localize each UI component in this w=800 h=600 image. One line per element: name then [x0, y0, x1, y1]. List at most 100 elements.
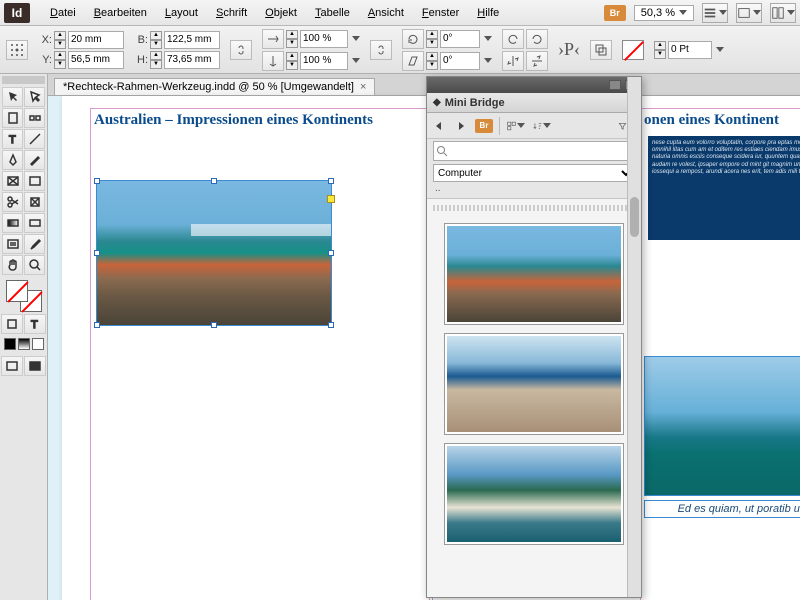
dropdown-arrow-icon[interactable]	[716, 47, 724, 52]
height-input[interactable]	[164, 51, 220, 69]
view-thumbnails-button[interactable]	[506, 117, 526, 135]
formatting-container-icon[interactable]	[1, 314, 23, 334]
menu-tabelle[interactable]: Tabelle	[307, 4, 358, 22]
headline-text[interactable]: Australien – Impressionen eines Kontinen…	[94, 112, 373, 129]
pencil-tool[interactable]	[24, 150, 45, 170]
selected-image-frame[interactable]	[96, 180, 332, 326]
rotation-input[interactable]	[440, 30, 480, 48]
selection-tool[interactable]	[2, 87, 23, 107]
sy-step-up[interactable]: ▲	[286, 52, 298, 61]
line-tool[interactable]	[24, 129, 45, 149]
fill-swatch[interactable]	[622, 40, 644, 60]
resize-handle[interactable]	[94, 178, 100, 184]
menu-hilfe[interactable]: Hilfe	[469, 4, 507, 22]
rectangle-frame-tool[interactable]	[2, 171, 23, 191]
pen-tool[interactable]	[2, 150, 23, 170]
canvas[interactable]: Australien – Impressionen eines Kontinen…	[48, 96, 800, 600]
apply-none-icon[interactable]	[32, 338, 44, 350]
sort-button[interactable]	[532, 117, 552, 135]
direct-selection-tool[interactable]	[24, 87, 45, 107]
sx-step-up[interactable]: ▲	[286, 30, 298, 39]
vertical-scrollbar[interactable]	[627, 199, 641, 597]
thumbnail-item[interactable]	[444, 223, 624, 325]
resize-handle[interactable]	[211, 178, 217, 184]
pathfinder-icon[interactable]	[590, 40, 612, 60]
panel-grip[interactable]	[2, 76, 45, 84]
resize-handle[interactable]	[328, 322, 334, 328]
sx-step-down[interactable]: ▼	[286, 39, 298, 48]
dropdown-arrow-icon[interactable]	[352, 58, 360, 63]
rotate-cw-button[interactable]	[502, 29, 524, 49]
body-text-frame[interactable]: nese cupta eum volorro voluptatin, corpo…	[648, 136, 800, 240]
w-step-up[interactable]: ▲	[150, 31, 162, 40]
shear-step-down[interactable]: ▼	[426, 61, 438, 70]
search-input[interactable]	[433, 141, 635, 161]
flip-horizontal-button[interactable]	[502, 51, 524, 71]
image-frame-right[interactable]	[644, 356, 800, 496]
shear-input[interactable]	[440, 52, 480, 70]
dropdown-arrow-icon[interactable]	[352, 36, 360, 41]
bridge-icon[interactable]: Br	[475, 119, 493, 133]
menu-ansicht[interactable]: Ansicht	[360, 4, 412, 22]
x-position-input[interactable]	[68, 31, 124, 49]
reference-point-proxy[interactable]	[6, 40, 28, 60]
panel-tab[interactable]: ◆ Mini Bridge	[427, 93, 641, 113]
document-tab[interactable]: *Rechteck-Rahmen-Werkzeug.indd @ 50 % [U…	[54, 78, 375, 95]
menu-objekt[interactable]: Objekt	[257, 4, 305, 22]
width-input[interactable]	[164, 31, 220, 49]
zoom-tool[interactable]	[24, 255, 45, 275]
h-step-down[interactable]: ▼	[150, 60, 162, 69]
resize-handle[interactable]	[211, 322, 217, 328]
live-corner-handle[interactable]	[327, 195, 335, 203]
preview-mode[interactable]	[24, 356, 46, 376]
scale-x-input[interactable]	[300, 30, 348, 48]
menu-fenster[interactable]: Fenster	[414, 4, 467, 22]
stroke-step-up[interactable]: ▲	[654, 41, 666, 50]
shear-step-up[interactable]: ▲	[426, 52, 438, 61]
sy-step-down[interactable]: ▼	[286, 61, 298, 70]
page-tool[interactable]	[2, 108, 23, 128]
y-step-up[interactable]: ▲	[54, 51, 66, 60]
resize-handle[interactable]	[328, 178, 334, 184]
rot-step-up[interactable]: ▲	[426, 30, 438, 39]
stroke-step-down[interactable]: ▼	[654, 50, 666, 59]
y-step-down[interactable]: ▼	[54, 60, 66, 69]
resize-handle[interactable]	[94, 322, 100, 328]
thumbnail-item[interactable]	[444, 443, 624, 545]
arrange-documents-button[interactable]	[770, 3, 796, 23]
view-options-button[interactable]	[702, 3, 728, 23]
normal-view-mode[interactable]	[1, 356, 23, 376]
panel-titlebar[interactable]	[427, 77, 641, 93]
menu-schrift[interactable]: Schrift	[208, 4, 255, 22]
h-step-up[interactable]: ▲	[150, 51, 162, 60]
x-step-down[interactable]: ▼	[54, 40, 66, 49]
w-step-down[interactable]: ▼	[150, 40, 162, 49]
minimize-panel-button[interactable]	[609, 80, 621, 90]
type-tool[interactable]: T	[2, 129, 23, 149]
nav-back-button[interactable]	[431, 118, 447, 134]
menu-datei[interactable]: Datei	[42, 4, 84, 22]
fill-stroke-swatch[interactable]	[6, 280, 42, 312]
hand-tool[interactable]	[2, 255, 23, 275]
resize-handle[interactable]	[328, 250, 334, 256]
dropdown-arrow-icon[interactable]	[484, 36, 492, 41]
apply-gradient-icon[interactable]	[18, 338, 30, 350]
gap-tool[interactable]	[24, 108, 45, 128]
rotate-ccw-button[interactable]	[526, 29, 548, 49]
y-position-input[interactable]	[68, 51, 124, 69]
formatting-text-icon[interactable]: T	[24, 314, 46, 334]
scrollbar-thumb[interactable]	[630, 199, 639, 237]
stroke-weight-input[interactable]	[668, 41, 712, 59]
path-dropdown[interactable]: Computer	[433, 164, 635, 182]
eyedropper-tool[interactable]	[24, 234, 45, 254]
nav-forward-button[interactable]	[453, 118, 469, 134]
x-step-up[interactable]: ▲	[54, 31, 66, 40]
caption-frame[interactable]: Ed es quiam, ut poratib uscils e	[644, 500, 800, 518]
close-tab-button[interactable]: ×	[360, 81, 366, 93]
content-grip[interactable]	[433, 205, 635, 211]
scissors-tool[interactable]	[2, 192, 23, 212]
menu-layout[interactable]: Layout	[157, 4, 206, 22]
resize-handle[interactable]	[94, 250, 100, 256]
rectangle-tool[interactable]	[24, 171, 45, 191]
zoom-level-dropdown[interactable]: 50,3 %	[634, 5, 694, 21]
